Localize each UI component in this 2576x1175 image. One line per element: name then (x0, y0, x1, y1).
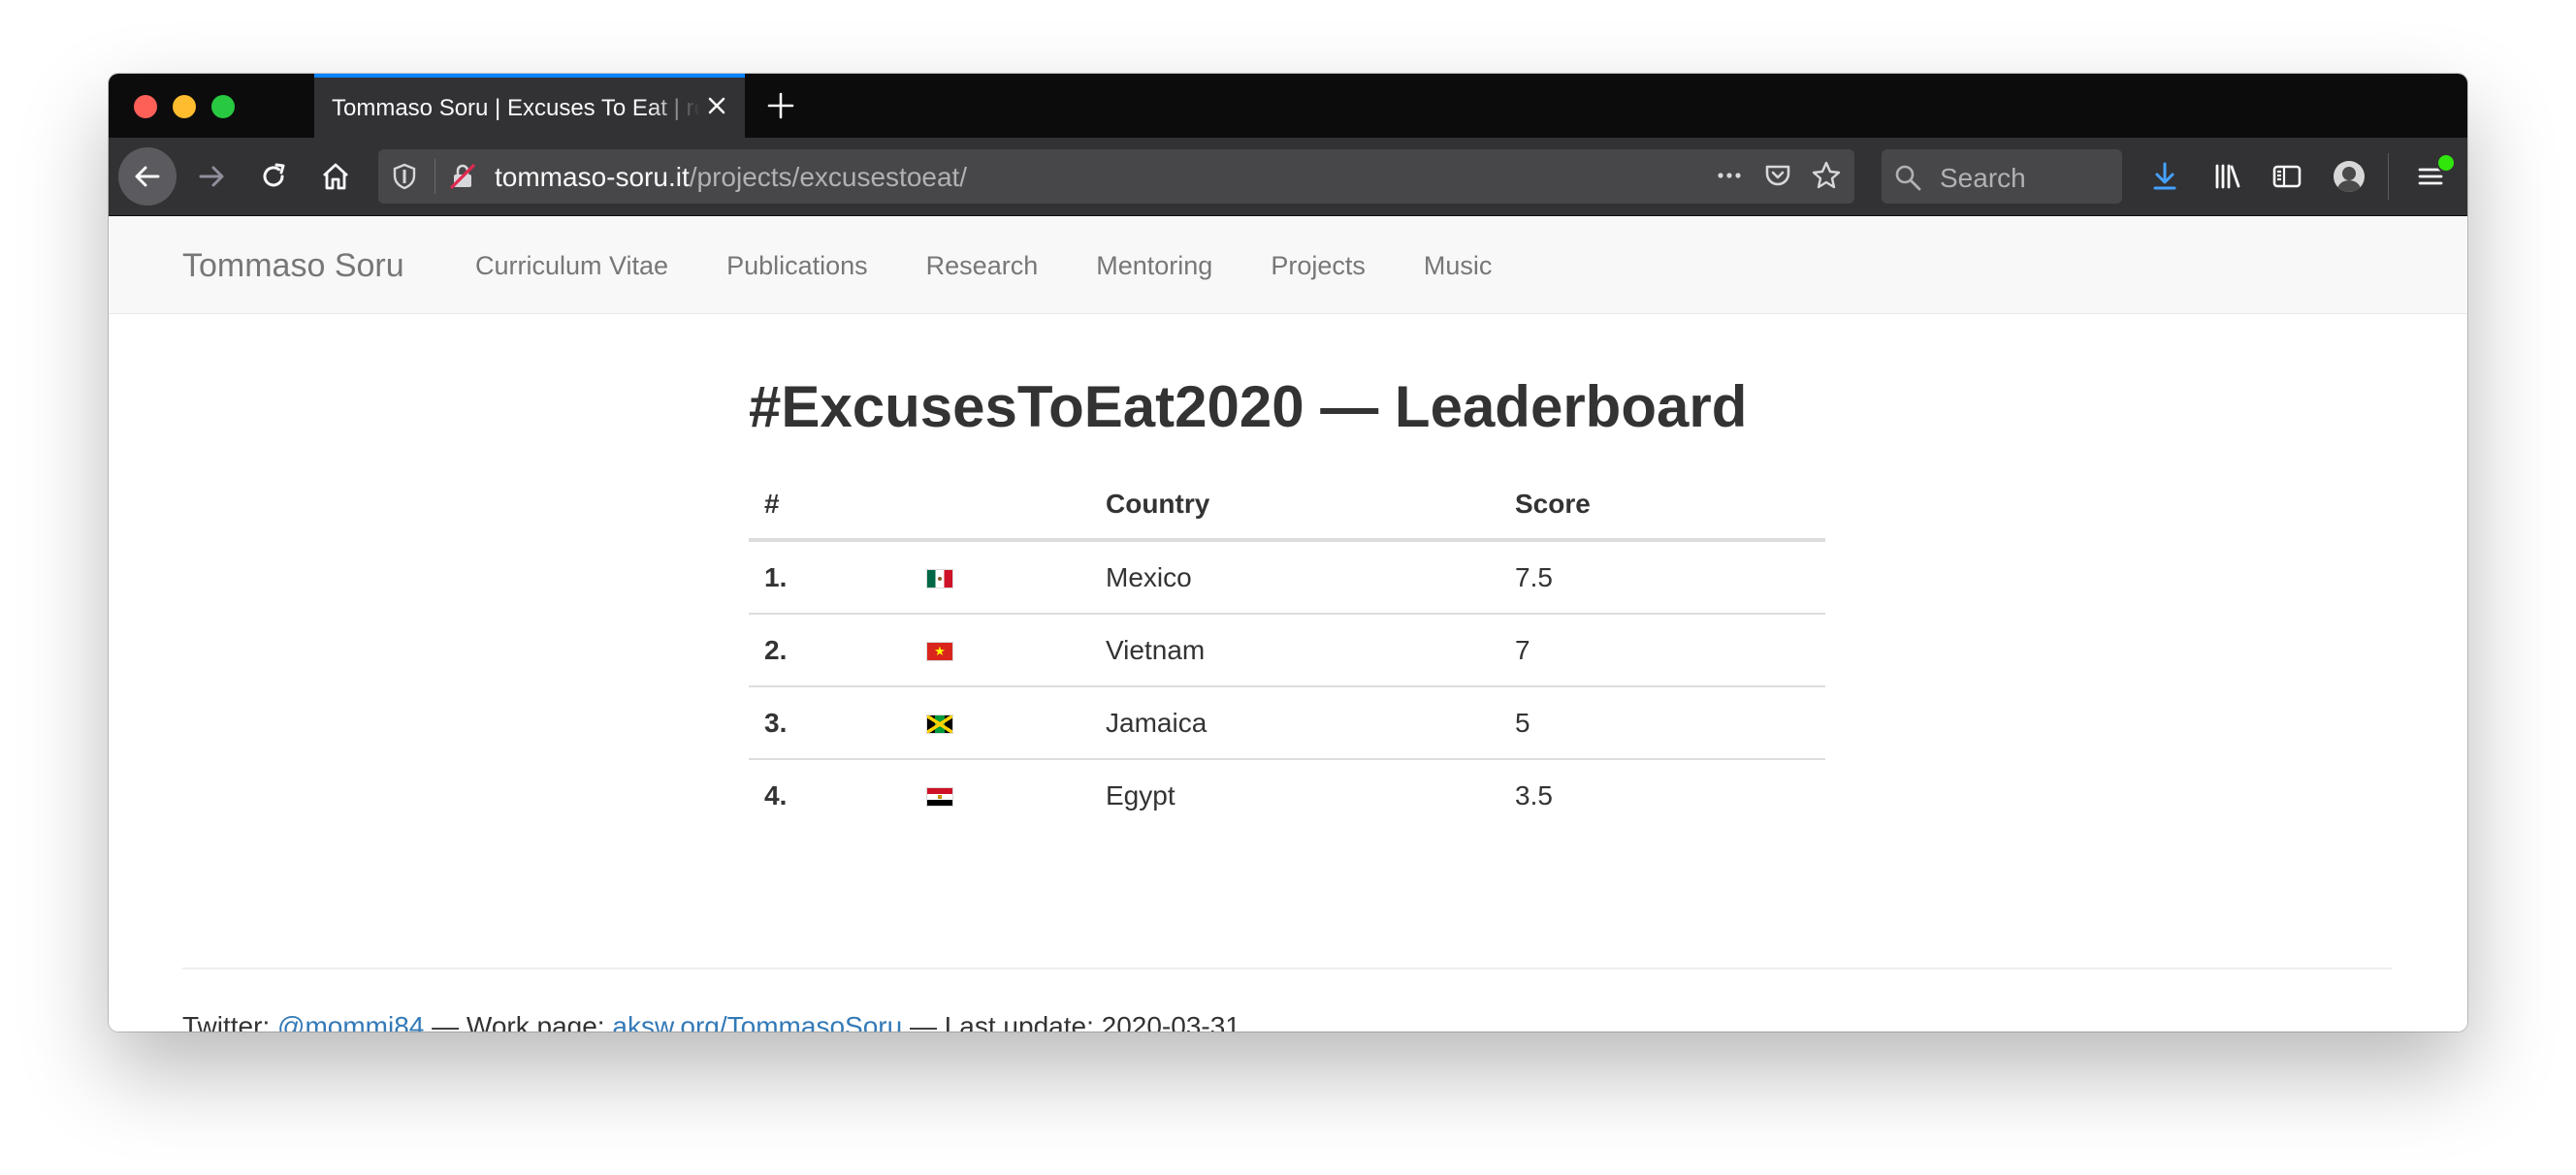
home-icon (323, 163, 348, 190)
library-icon (2215, 164, 2240, 189)
work-page-link[interactable]: aksw.org/TommasoSoru (612, 1011, 902, 1032)
country-cell: Vietnam (1090, 614, 1499, 687)
footer-twitter-label: Twitter: (182, 1011, 278, 1032)
footer-work-label: — Work page: (424, 1011, 613, 1032)
site-brand[interactable]: Tommaso Soru (182, 247, 404, 285)
window-close-button[interactable] (134, 95, 157, 118)
window-minimize-button[interactable] (173, 95, 196, 118)
table-row: 1. Mexico 7.5 (749, 540, 1825, 615)
site-navbar: Tommaso Soru Curriculum Vitae Publicatio… (109, 216, 2467, 314)
menu-button[interactable] (2403, 147, 2458, 206)
vietnam-flag-icon: ★ (927, 643, 952, 661)
flag-cell: ★ (912, 614, 1090, 687)
avatar (2334, 161, 2365, 192)
score-cell: 7 (1499, 614, 1825, 687)
tab-title: Tommaso Soru | Excuses To Eat | resource… (332, 95, 700, 121)
url-bar[interactable]: tommaso-soru.it/projects/excusestoeat/ (378, 149, 1854, 204)
flag-cell (912, 759, 1090, 831)
jamaica-flag-icon (927, 715, 952, 734)
flag-cell (912, 686, 1090, 760)
mexico-flag-icon (927, 570, 952, 588)
insecure-lock-icon[interactable] (448, 162, 477, 191)
sidebar-button[interactable] (2260, 147, 2314, 206)
window-maximize-button[interactable] (211, 95, 235, 118)
page-content: Tommaso Soru Curriculum Vitae Publicatio… (109, 216, 2467, 1032)
download-icon (2153, 162, 2176, 190)
country-cell: Egypt (1106, 779, 1175, 810)
country-cell: Mexico (1090, 540, 1499, 615)
score-cell: 3.5 (1515, 779, 1553, 810)
reload-icon (263, 163, 285, 187)
nav-link-mentoring[interactable]: Mentoring (1096, 251, 1212, 281)
search-icon (1895, 165, 1921, 191)
nav-link-music[interactable]: Music (1424, 251, 1493, 281)
table-row: 3. Jamaica 5 (749, 686, 1825, 760)
site-nav-links: Curriculum Vitae Publications Research M… (475, 251, 1492, 281)
downloads-button[interactable] (2138, 147, 2192, 206)
star-bookmark-icon[interactable] (1810, 159, 1843, 192)
nav-link-publications[interactable]: Publications (726, 251, 868, 281)
country-cell: Jamaica (1090, 686, 1499, 760)
tab-active[interactable]: Tommaso Soru | Excuses To Eat | resource… (314, 74, 745, 138)
new-tab-icon[interactable] (764, 89, 797, 122)
reload-button[interactable] (244, 147, 303, 206)
url-text[interactable]: tommaso-soru.it/projects/excusestoeat/ (495, 162, 967, 193)
score-cell: 7.5 (1499, 540, 1825, 615)
flag-cell (912, 540, 1090, 615)
arrow-left-icon (135, 166, 160, 187)
table-row: 4. Egypt 3.5 (749, 759, 1825, 831)
egypt-flag-icon (927, 788, 952, 807)
pocket-icon[interactable] (1761, 159, 1794, 192)
nav-link-cv[interactable]: Curriculum Vitae (475, 251, 668, 281)
leaderboard-table: # Country Score 1. Mexico 7.5 2. ★ Vietn… (749, 470, 1825, 831)
more-icon[interactable] (1713, 159, 1746, 192)
footer-last-update: — Last update: 2020-03-31 (902, 1011, 1240, 1032)
home-button[interactable] (306, 147, 365, 206)
url-host: tommaso-soru.it (495, 162, 690, 192)
close-icon[interactable] (702, 91, 731, 120)
header-flag (912, 470, 1090, 542)
navigation-toolbar: tommaso-soru.it/projects/excusestoeat/ S… (109, 138, 2467, 216)
header-rank: # (749, 470, 912, 542)
library-button[interactable] (2200, 147, 2254, 206)
url-path: /projects/excusestoeat/ (689, 162, 968, 192)
rank-cell: 2. (749, 614, 912, 687)
tab-strip: Tommaso Soru | Excuses To Eat | resource… (109, 74, 2467, 138)
twitter-link[interactable]: @mommi84 (277, 1011, 424, 1032)
table-row: 2. ★ Vietnam 7 (749, 614, 1825, 687)
toolbar-separator (2388, 153, 2389, 200)
search-input[interactable]: Search (1882, 149, 2122, 204)
sidebar-icon (2272, 165, 2302, 188)
nav-link-research[interactable]: Research (926, 251, 1039, 281)
rank-cell: 4. (764, 779, 788, 810)
header-score: Score (1499, 470, 1825, 542)
rank-cell: 1. (749, 540, 912, 615)
nav-link-projects[interactable]: Projects (1271, 251, 1366, 281)
back-button[interactable] (118, 147, 177, 206)
browser-window: Tommaso Soru | Excuses To Eat | resource… (109, 74, 2467, 1032)
footer-divider (182, 968, 2392, 969)
shield-icon[interactable] (390, 162, 419, 191)
footer: Twitter: @mommi84 — Work page: aksw.org/… (182, 1011, 1240, 1032)
arrow-right-icon (199, 166, 224, 187)
forward-button[interactable] (182, 147, 241, 206)
score-cell: 5 (1499, 686, 1825, 760)
url-actions (1713, 159, 1843, 192)
account-button[interactable] (2322, 147, 2376, 206)
rank-cell: 3. (749, 686, 912, 760)
update-badge-icon (2436, 153, 2456, 173)
page-title: #ExcusesToEat2020 — Leaderboard (749, 374, 1748, 439)
search-placeholder: Search (1940, 163, 2026, 193)
header-country: Country (1090, 470, 1499, 542)
table-header-row: # Country Score (749, 470, 1825, 542)
